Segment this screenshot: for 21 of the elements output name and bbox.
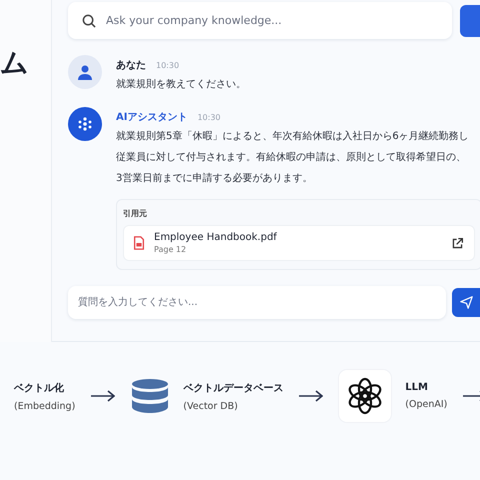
step-title: ベクトルデータベース bbox=[183, 382, 284, 394]
step-title: LLM bbox=[405, 382, 429, 393]
page-title: ム bbox=[0, 45, 29, 81]
step-subtitle: (Embedding) bbox=[14, 400, 76, 412]
message-text: 就業規則第5章「休暇」によると、年次有給休暇は入社日から6ヶ月継続勤務し bbox=[116, 130, 470, 144]
message-text: 就業規則を教えてください。 bbox=[116, 78, 246, 92]
message-time: 10:30 bbox=[197, 113, 221, 122]
document-link[interactable]: Employee Handbook.pdf Page 12 bbox=[123, 225, 475, 261]
message-time: 10:30 bbox=[156, 61, 180, 70]
step-subtitle: (OpenAI) bbox=[405, 399, 448, 410]
citation-label: 引用元 bbox=[123, 208, 147, 219]
message-text: 従業員に対して付与されます。有給休暇の申請は、原則として取得希望日の、 bbox=[116, 150, 467, 165]
sender-name: あなた bbox=[116, 59, 146, 72]
search-field[interactable]: Ask your company knowledge... bbox=[68, 2, 452, 39]
step-subtitle: (Vector DB) bbox=[183, 400, 239, 412]
message-text: 3営業日前までに申請する必要があります。 bbox=[116, 172, 314, 186]
step-title: ベクトル化 bbox=[14, 382, 65, 394]
page-number: Page 12 bbox=[154, 245, 188, 254]
message-input[interactable]: 質問を入力してください... bbox=[68, 286, 446, 319]
sender-name: AIアシスタント bbox=[116, 111, 188, 124]
file-name: Employee Handbook.pdf bbox=[154, 232, 278, 243]
